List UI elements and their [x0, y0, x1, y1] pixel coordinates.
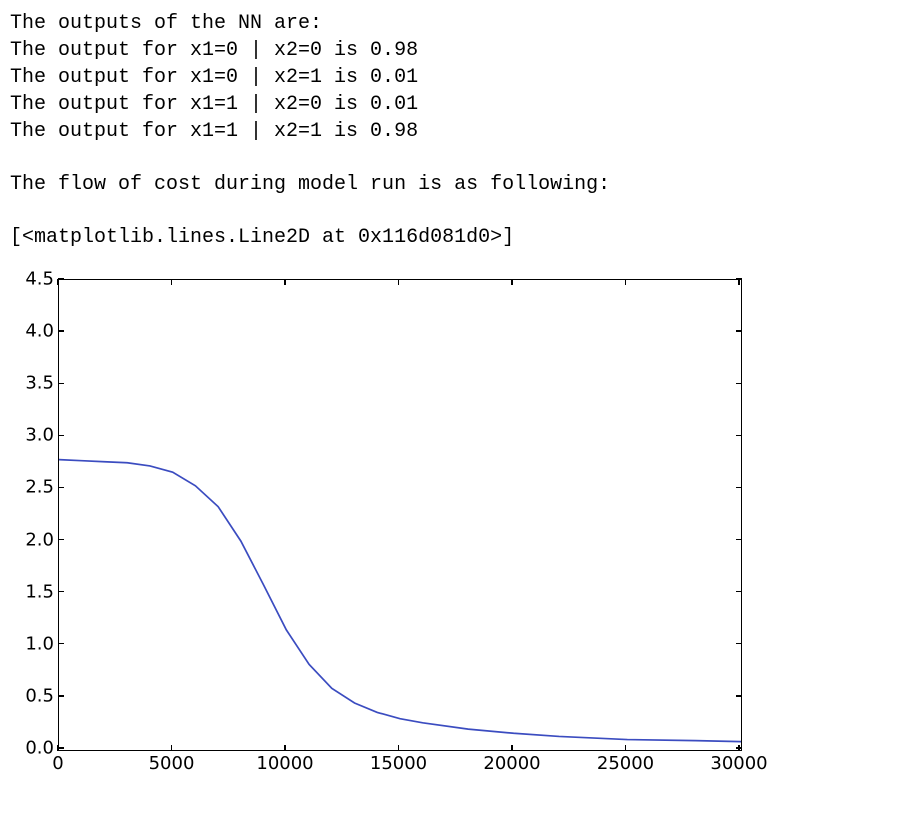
output-row: The output for x1=1 | x2=1 is 0.98: [10, 118, 902, 145]
y-tick-label: 0.5: [14, 685, 54, 706]
x-tick-label: 30000: [710, 753, 767, 774]
output-row: The output for x1=1 | x2=0 is 0.01: [10, 91, 902, 118]
plot-area: [58, 279, 742, 751]
x-tick-label: 20000: [483, 753, 540, 774]
y-tick-label: 2.5: [14, 477, 54, 498]
cost-curve: [59, 280, 741, 750]
output-row: The output for x1=0 | x2=1 is 0.01: [10, 64, 902, 91]
y-tick-label: 3.0: [14, 425, 54, 446]
cost-chart: 0.00.51.01.52.02.53.03.54.04.50500010000…: [10, 273, 750, 771]
cost-header: The flow of cost during model run is as …: [10, 171, 902, 198]
output-row: The output for x1=0 | x2=0 is 0.98: [10, 37, 902, 64]
y-tick-label: 0.0: [14, 738, 54, 759]
y-tick-label: 3.5: [14, 373, 54, 394]
x-tick-label: 0: [52, 753, 63, 774]
y-tick-label: 1.0: [14, 633, 54, 654]
matplotlib-repr: [<matplotlib.lines.Line2D at 0x116d081d0…: [10, 224, 902, 251]
x-tick-label: 15000: [370, 753, 427, 774]
x-tick-label: 5000: [149, 753, 195, 774]
x-tick-label: 10000: [256, 753, 313, 774]
y-tick-label: 4.0: [14, 321, 54, 342]
output-header: The outputs of the NN are:: [10, 10, 902, 37]
y-tick-label: 4.5: [14, 269, 54, 290]
y-tick-label: 1.5: [14, 581, 54, 602]
x-tick-label: 25000: [597, 753, 654, 774]
y-tick-label: 2.0: [14, 529, 54, 550]
